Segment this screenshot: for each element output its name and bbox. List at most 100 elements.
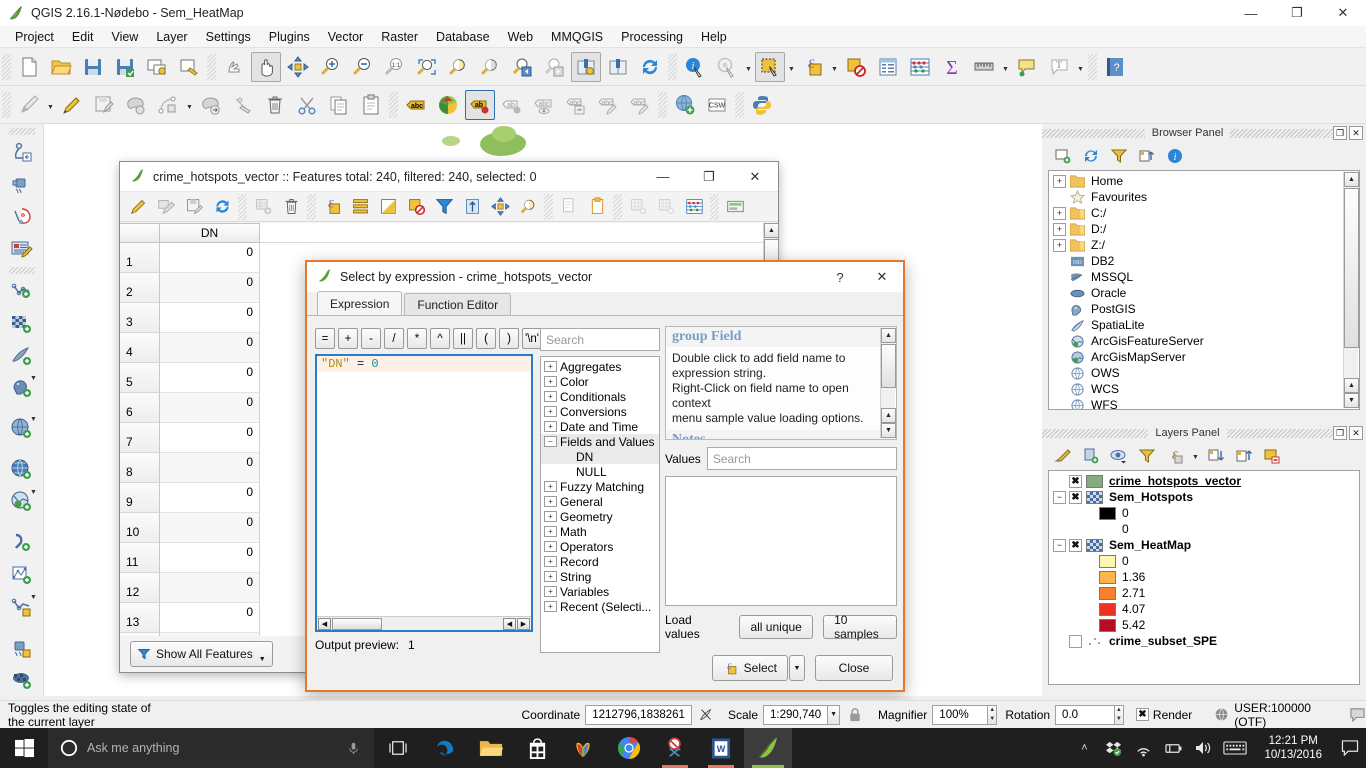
row-index-cell[interactable]: 9 xyxy=(120,483,160,513)
panel-drag-grip[interactable] xyxy=(1042,129,1145,138)
browser-item-home[interactable]: +Home xyxy=(1049,173,1342,189)
menu-settings[interactable]: Settings xyxy=(197,28,260,46)
browser-item-ows[interactable]: OWS xyxy=(1049,365,1342,381)
row-index-cell[interactable]: 3 xyxy=(120,303,160,333)
browser-item-postgis[interactable]: PostGIS xyxy=(1049,301,1342,317)
select-button[interactable]: Ɛ Select xyxy=(712,655,788,681)
chevron-down-icon[interactable]: ▼ xyxy=(743,52,754,82)
open-layer-styling-icon[interactable] xyxy=(1050,444,1076,468)
function-tree-item-conversions[interactable]: +Conversions xyxy=(541,404,659,419)
layers-panel-undock-button[interactable]: ❐ xyxy=(1333,426,1347,440)
cell-dn[interactable]: 0 xyxy=(160,513,260,543)
tab-function-editor[interactable]: Function Editor xyxy=(404,293,511,315)
legend-class-item[interactable]: 5.42 xyxy=(1049,617,1359,633)
panel-drag-grip[interactable] xyxy=(1230,129,1333,138)
zoom-to-selected-icon[interactable] xyxy=(515,194,541,220)
open-field-calculator-icon[interactable] xyxy=(681,194,707,220)
add-raster-layer-icon[interactable] xyxy=(5,309,39,339)
minimize-button[interactable]: — xyxy=(1228,0,1274,26)
legend-class-item[interactable]: 4.07 xyxy=(1049,601,1359,617)
function-tree-item-fuzzy-matching[interactable]: +Fuzzy Matching xyxy=(541,479,659,494)
function-tree-item-conditionals[interactable]: +Conditionals xyxy=(541,389,659,404)
menu-raster[interactable]: Raster xyxy=(372,28,427,46)
menu-processing[interactable]: Processing xyxy=(612,28,692,46)
add-vector-tile-icon[interactable] xyxy=(5,202,39,232)
scroll-page-up-arrow-icon[interactable]: ▲ xyxy=(1344,378,1359,393)
paste-features-icon[interactable] xyxy=(356,90,386,120)
function-tree-item-null[interactable]: NULL xyxy=(541,464,659,479)
browser-item-arcgismapserver[interactable]: ArcGisMapServer xyxy=(1049,349,1342,365)
browser-item-mssql[interactable]: MSSQL xyxy=(1049,269,1342,285)
add-from-layer-definition-icon[interactable] xyxy=(5,138,39,168)
expand-plus-icon[interactable]: + xyxy=(544,406,557,417)
expand-plus-icon[interactable]: + xyxy=(544,361,557,372)
zoom-full-icon[interactable] xyxy=(411,52,441,82)
label-properties-icon[interactable]: abc xyxy=(625,90,655,120)
legend-class-item[interactable]: 2.71 xyxy=(1049,585,1359,601)
magnifier-stepper[interactable]: ▲ ▼ xyxy=(988,705,997,725)
expand-plus-icon[interactable]: + xyxy=(544,496,557,507)
collapse-minus-icon[interactable]: − xyxy=(1053,491,1066,504)
cell-dn[interactable]: 0 xyxy=(160,273,260,303)
row-index-cell[interactable]: 4 xyxy=(120,333,160,363)
layer-visibility-checkbox[interactable]: ✖ xyxy=(1069,491,1082,504)
function-tree-item-general[interactable]: +General xyxy=(541,494,659,509)
menu-edit[interactable]: Edit xyxy=(63,28,103,46)
chevron-down-icon[interactable]: ▼ xyxy=(1190,444,1201,468)
panel-drag-grip[interactable] xyxy=(1227,429,1333,438)
function-tree-item-date-and-time[interactable]: +Date and Time xyxy=(541,419,659,434)
scroll-down-arrow-icon[interactable]: ▼ xyxy=(881,423,896,438)
lock-scale-icon[interactable] xyxy=(848,707,862,722)
operator-button-minus[interactable]: - xyxy=(361,328,381,349)
field-calculator-icon[interactable] xyxy=(905,52,935,82)
open-attribute-table-icon[interactable] xyxy=(873,52,903,82)
battery-icon[interactable] xyxy=(1158,728,1188,768)
add-spatialite-layer-icon[interactable] xyxy=(5,341,39,371)
add-wms-layer-icon[interactable] xyxy=(670,90,700,120)
touch-zoom-pan-icon[interactable] xyxy=(219,52,249,82)
browser-properties-icon[interactable]: i xyxy=(1162,144,1188,168)
scroll-up-arrow-icon[interactable]: ▲ xyxy=(764,223,779,238)
delete-selected-icon[interactable] xyxy=(260,90,290,120)
delete-selected-features-icon[interactable] xyxy=(278,194,304,220)
text-annotation-icon[interactable]: T xyxy=(1044,52,1074,82)
expand-plus-icon[interactable]: + xyxy=(1053,207,1066,220)
chevron-down-icon[interactable]: ▼ xyxy=(1075,52,1086,82)
save-layer-edits-icon[interactable] xyxy=(89,90,119,120)
current-edits-icon[interactable] xyxy=(14,90,44,120)
row-index-cell[interactable]: 8 xyxy=(120,453,160,483)
word-icon[interactable]: W xyxy=(698,728,744,768)
select-dropdown-button[interactable]: ▼ xyxy=(789,655,805,681)
scrollbar-thumb[interactable] xyxy=(881,344,896,388)
zoom-next-icon[interactable] xyxy=(539,52,569,82)
scale-combo[interactable]: 1:290,740 xyxy=(763,705,828,725)
chevron-down-icon[interactable]: ▼ xyxy=(28,601,39,610)
maximize-button[interactable]: ❐ xyxy=(1274,0,1320,26)
function-tree[interactable]: +Aggregates+Color+Conditionals+Conversio… xyxy=(540,356,660,653)
panel-drag-grip[interactable] xyxy=(1042,429,1148,438)
function-search-input[interactable]: Search xyxy=(540,328,660,351)
operator-button-concat[interactable]: || xyxy=(453,328,473,349)
chevron-down-icon[interactable]: ▼ xyxy=(45,90,56,120)
volume-icon[interactable] xyxy=(1188,728,1218,768)
save-project-as-icon[interactable] xyxy=(110,52,140,82)
layer-visibility-checkbox[interactable] xyxy=(1069,635,1082,648)
chevron-down-icon[interactable]: ▼ xyxy=(28,423,39,432)
expand-plus-icon[interactable]: + xyxy=(544,586,557,597)
row-index-cell[interactable]: 1 xyxy=(120,243,160,273)
add-oracle-layer-icon[interactable] xyxy=(5,528,39,558)
microsoft-store-icon[interactable] xyxy=(514,728,560,768)
run-feature-action-icon[interactable] xyxy=(712,52,742,82)
expand-all-icon[interactable] xyxy=(1203,444,1229,468)
cell-dn[interactable]: 0 xyxy=(160,453,260,483)
legend-class-item[interactable]: 0 xyxy=(1049,521,1359,537)
browser-item-oracle[interactable]: Oracle xyxy=(1049,285,1342,301)
browser-item-c-[interactable]: +C:/ xyxy=(1049,205,1342,221)
attribute-table-close-button[interactable]: ✕ xyxy=(732,164,778,190)
layer-visibility-checkbox[interactable]: ✖ xyxy=(1069,539,1082,552)
layer-item-crime-hotspots-vector[interactable]: ✖crime_hotspots_vector xyxy=(1049,473,1359,489)
layer-item-sem-hotspots[interactable]: −✖Sem_Hotspots xyxy=(1049,489,1359,505)
add-wcs-layer-icon[interactable] xyxy=(5,455,39,485)
invert-selection-icon[interactable] xyxy=(375,194,401,220)
refresh-map-icon[interactable] xyxy=(635,52,665,82)
